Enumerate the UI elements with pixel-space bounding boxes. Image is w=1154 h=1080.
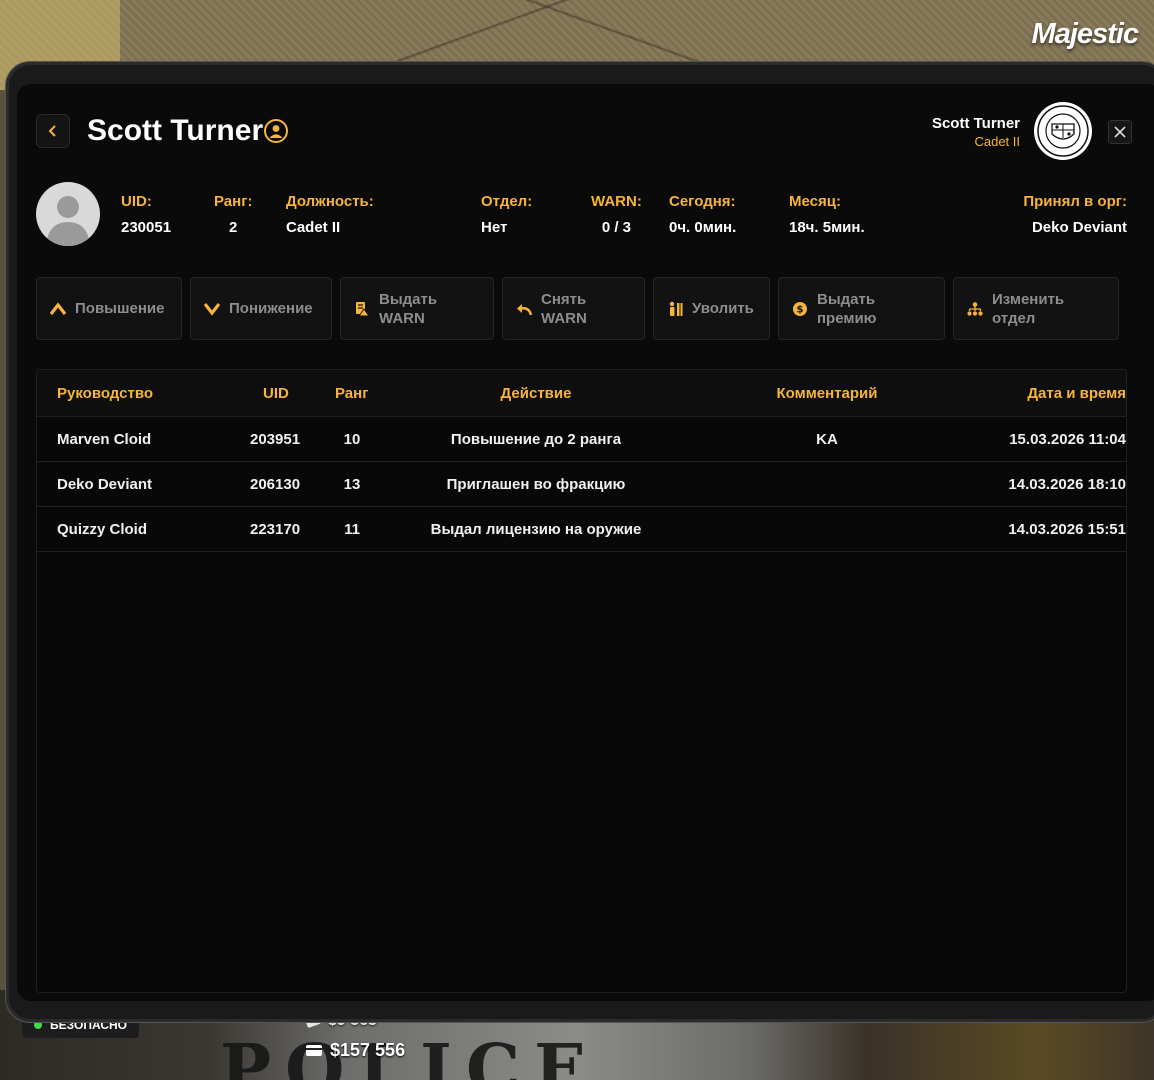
dismiss-button[interactable]: Уволить xyxy=(653,277,770,340)
action-label: Понижение xyxy=(229,300,313,317)
bank-display: $157 556 xyxy=(306,1040,405,1061)
police-vest-text: POLICE xyxy=(220,1030,600,1080)
table-row: Deko Deviant 206130 13 Приглашен во фрак… xyxy=(37,462,1126,507)
field-department: Отдел: Нет xyxy=(481,193,532,236)
cell-comment xyxy=(727,507,927,551)
field-label: Принял в орг: xyxy=(1023,193,1127,210)
field-value: Cadet II xyxy=(286,219,341,236)
field-value: Нет xyxy=(481,219,508,236)
cell-datetime: 14.03.2026 15:51 xyxy=(1008,520,1126,538)
current-user-name: Scott Turner xyxy=(931,115,1020,132)
warn-document-icon xyxy=(354,301,370,317)
column-header-manager: Руководство xyxy=(57,384,154,402)
action-log-table: Руководство UID Ранг Действие Комментари… xyxy=(36,369,1127,993)
cell-action: Выдал лицензию на оружие xyxy=(430,520,642,538)
action-label: Выдать премию xyxy=(817,290,877,327)
table-row: Marven Cloid 203951 10 Повышение до 2 ра… xyxy=(37,417,1126,462)
close-icon xyxy=(1114,126,1126,138)
coin-icon: $ xyxy=(792,301,808,317)
cell-comment xyxy=(727,462,927,506)
action-label: Снять WARN xyxy=(541,290,587,327)
give-bonus-button[interactable]: $ Выдать премию xyxy=(778,277,945,340)
table-header: Руководство UID Ранг Действие Комментари… xyxy=(37,370,1126,417)
chevron-up-icon xyxy=(50,301,66,317)
action-label: Уволить xyxy=(692,300,754,317)
cell-action: Приглашен во фракцию xyxy=(446,475,626,493)
column-header-uid: UID xyxy=(263,384,289,402)
field-label: Месяц: xyxy=(789,193,841,210)
field-uid: UID: 230051 xyxy=(121,193,171,236)
current-user-rank: Cadet II xyxy=(974,134,1020,149)
avatar-placeholder-icon xyxy=(46,196,90,246)
dismiss-person-icon xyxy=(667,301,683,317)
change-department-button[interactable]: Изменить отдел xyxy=(953,277,1119,340)
column-header-rank: Ранг xyxy=(335,384,369,402)
column-header-datetime: Дата и время xyxy=(1027,384,1126,402)
field-position: Должность: Cadet II xyxy=(286,193,374,236)
close-button[interactable] xyxy=(1108,120,1132,144)
field-today: Сегодня: 0ч. 0мин. xyxy=(669,193,736,236)
action-label: Повышение xyxy=(75,300,165,317)
chevron-down-icon xyxy=(204,301,220,317)
cell-datetime: 15.03.2026 11:04 xyxy=(1009,430,1126,448)
field-label: Ранг: xyxy=(214,193,253,210)
police-seal-icon xyxy=(1034,102,1092,160)
cell-manager: Deko Deviant xyxy=(57,475,153,493)
status-dot-icon xyxy=(34,1021,42,1029)
field-value: 0 / 3 xyxy=(601,219,631,236)
field-label: UID: xyxy=(121,193,152,210)
field-value: 0ч. 0мин. xyxy=(669,219,737,236)
demote-button[interactable]: Понижение xyxy=(190,277,332,340)
cell-manager: Quizzy Cloid xyxy=(57,520,147,538)
column-header-action: Действие xyxy=(500,384,572,402)
field-label: Должность: xyxy=(286,193,374,210)
bank-amount: $157 556 xyxy=(330,1040,406,1060)
page-title: Scott Turner xyxy=(87,114,264,147)
field-warn: WARN: 0 / 3 xyxy=(591,193,642,236)
svg-text:$: $ xyxy=(797,304,804,315)
cell-uid: 206130 xyxy=(250,475,301,493)
issue-warn-button[interactable]: Выдать WARN xyxy=(340,277,494,340)
cell-uid: 203951 xyxy=(250,430,301,448)
chevron-left-icon xyxy=(48,125,56,137)
action-label: Выдать WARN xyxy=(379,290,438,327)
field-rank: Ранг: 2 xyxy=(214,193,252,236)
undo-arrow-icon xyxy=(516,301,532,317)
cell-rank: 10 xyxy=(343,430,361,448)
cell-rank: 11 xyxy=(344,520,360,538)
tablet-screen: Scott Turner Scott Turner Cadet II UID: … xyxy=(17,84,1154,1001)
avatar xyxy=(36,182,100,246)
table-row: Quizzy Cloid 223170 11 Выдал лицензию на… xyxy=(37,507,1126,552)
cell-comment: KA xyxy=(816,430,838,448)
action-label: Изменить отдел xyxy=(992,290,1065,327)
field-label: Отдел: xyxy=(481,193,533,210)
field-value: 18ч. 5мин. xyxy=(789,219,865,236)
back-button[interactable] xyxy=(36,114,70,148)
field-value: 230051 xyxy=(121,219,172,236)
field-value: 2 xyxy=(229,219,238,236)
cell-manager: Marven Cloid xyxy=(57,430,152,448)
cell-rank: 13 xyxy=(343,475,361,493)
field-invited-by: Принял в орг: Deko Deviant xyxy=(1023,193,1127,236)
user-profile-icon xyxy=(264,119,288,143)
cell-action: Повышение до 2 ранга xyxy=(450,430,622,448)
cell-datetime: 14.03.2026 18:10 xyxy=(1008,475,1126,493)
column-header-comment: Комментарий xyxy=(776,384,878,402)
field-value: Deko Deviant xyxy=(1031,219,1127,236)
remove-warn-button[interactable]: Снять WARN xyxy=(502,277,645,340)
promote-button[interactable]: Повышение xyxy=(36,277,182,340)
field-label: WARN: xyxy=(591,193,642,210)
field-label: Сегодня: xyxy=(669,193,736,210)
field-month: Месяц: 18ч. 5мин. xyxy=(789,193,865,236)
brand-logo: Majestic xyxy=(1031,18,1139,50)
cell-uid: 223170 xyxy=(250,520,301,538)
tablet-frame: Scott Turner Scott Turner Cadet II UID: … xyxy=(6,62,1154,1022)
bank-card-icon xyxy=(306,1045,322,1056)
org-structure-icon xyxy=(967,301,983,317)
